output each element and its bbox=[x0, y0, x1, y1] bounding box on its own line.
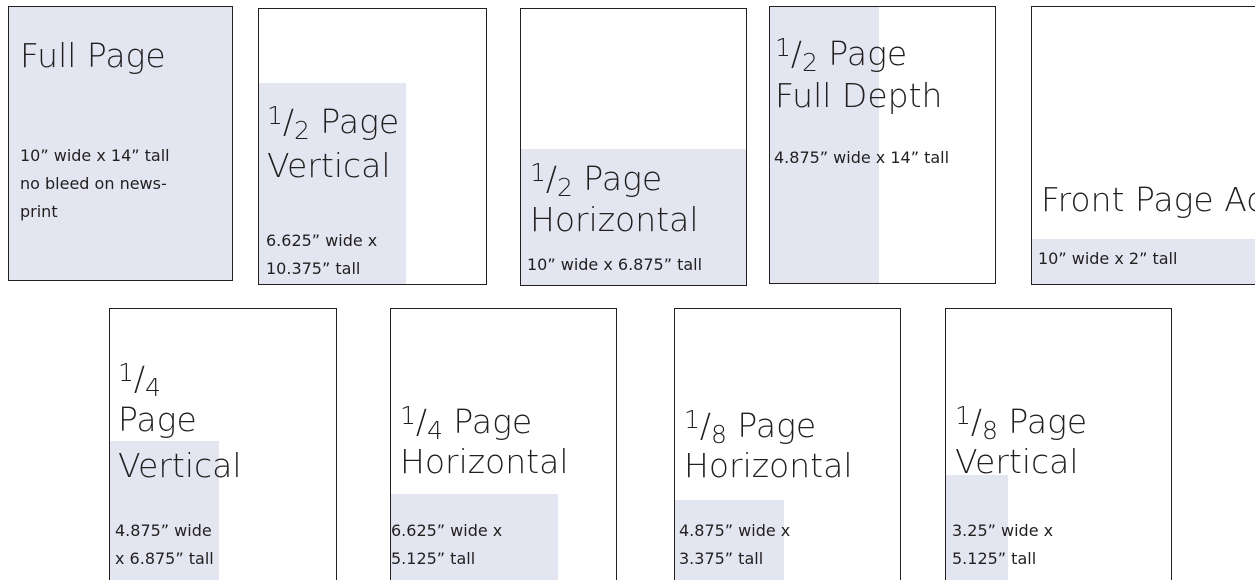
fraction-denominator: 2 bbox=[802, 48, 818, 77]
ad-dimensions-line-1: 4.875” wide bbox=[115, 521, 212, 540]
fraction-slash: / bbox=[545, 159, 558, 198]
ad-title-line-2: Horizontal bbox=[530, 200, 699, 239]
ad-title-line-3: Vertical bbox=[118, 446, 242, 485]
ad-dimensions-line-1: 4.875” wide x bbox=[679, 521, 791, 540]
fraction-slash: / bbox=[970, 402, 983, 441]
ad-full-page: Full Page 10” wide x 14” tall no bleed o… bbox=[8, 6, 233, 281]
fraction-slash: / bbox=[790, 34, 803, 73]
ad-dimensions-line-2: 5.125” tall bbox=[391, 549, 476, 568]
ad-title-line-2: Vertical bbox=[267, 146, 391, 185]
ad-dimensions-line-1: 10” wide x 6.875” tall bbox=[527, 255, 703, 274]
ad-eighth-page-vertical: 1/8 Page Vertical 3.25” wide x 5.125” ta… bbox=[945, 308, 1172, 580]
ad-title: Full Page bbox=[20, 36, 166, 75]
ad-quarter-page-horizontal: 1/4 Page Horizontal 6.625” wide x 5.125”… bbox=[390, 308, 617, 580]
fraction-slash: / bbox=[133, 359, 146, 398]
ad-dimensions-line-2: x 6.875” tall bbox=[115, 549, 214, 568]
fraction-numerator: 1 bbox=[530, 158, 546, 187]
ad-title-line-1: 1/2 Page bbox=[775, 29, 907, 82]
ad-eighth-page-horizontal: 1/8 Page Horizontal 4.875” wide x 3.375”… bbox=[674, 308, 901, 580]
ad-title-line-2: Page bbox=[118, 400, 197, 439]
ad-front-page: Front Page Ad 10” wide x 2” tall bbox=[1031, 6, 1255, 285]
ad-dimensions-line-1: 6.625” wide x bbox=[391, 521, 503, 540]
ad-title-line-2: Full Depth bbox=[775, 76, 943, 115]
fraction: 1/2 bbox=[267, 97, 310, 150]
fraction-denominator: 4 bbox=[145, 373, 161, 402]
fraction-numerator: 1 bbox=[267, 101, 283, 130]
ad-title-text: Page bbox=[726, 406, 817, 445]
ad-dimensions-line-1: 3.25” wide x bbox=[952, 521, 1054, 540]
ad-half-page-full-depth: 1/2 Page Full Depth 4.875” wide x 14” ta… bbox=[769, 6, 996, 284]
ad-dimensions-line-3: print bbox=[20, 202, 58, 221]
ad-title-text: Page bbox=[309, 102, 400, 141]
fraction-numerator: 1 bbox=[118, 358, 134, 387]
ad-title-text: Page bbox=[572, 159, 663, 198]
ad-dimensions-line-1: 10” wide x 2” tall bbox=[1038, 249, 1178, 268]
ad-dimensions-line-1: 6.625” wide x bbox=[266, 231, 378, 250]
fraction: 1/2 bbox=[775, 29, 818, 82]
fraction-denominator: 4 bbox=[427, 416, 443, 445]
fraction-numerator: 1 bbox=[684, 405, 700, 434]
ad-half-page-horizontal: 1/2 Page Horizontal 10” wide x 6.875” ta… bbox=[520, 8, 747, 286]
ad-dimensions-line-2: no bleed on news- bbox=[20, 174, 167, 193]
fraction-denominator: 2 bbox=[294, 116, 310, 145]
fraction-slash: / bbox=[415, 402, 428, 441]
fraction-numerator: 1 bbox=[955, 401, 971, 430]
ad-quarter-page-vertical: 1/4 Page Vertical 4.875” wide x 6.875” t… bbox=[109, 308, 337, 580]
fraction-denominator: 8 bbox=[982, 416, 998, 445]
ad-title-line-1: 1/2 Page bbox=[267, 97, 399, 150]
fraction-numerator: 1 bbox=[775, 33, 791, 62]
ad-dimensions-line-1: 10” wide x 14” tall bbox=[20, 146, 170, 165]
fraction-numerator: 1 bbox=[400, 401, 416, 430]
ad-dimensions-line-2: 3.375” tall bbox=[679, 549, 764, 568]
ad-title-line-2: Vertical bbox=[955, 442, 1079, 481]
ad-title-text: Page bbox=[997, 402, 1088, 441]
ad-half-page-vertical: 1/2 Page Vertical 6.625” wide x 10.375” … bbox=[258, 8, 487, 285]
fraction-slash: / bbox=[699, 406, 712, 445]
fraction-denominator: 2 bbox=[557, 173, 573, 202]
ad-title-text: Page bbox=[442, 402, 533, 441]
fraction-denominator: 8 bbox=[711, 420, 727, 449]
ad-dimensions-line-1: 4.875” wide x 14” tall bbox=[774, 148, 950, 167]
ad-dimensions-line-2: 5.125” tall bbox=[952, 549, 1037, 568]
ad-dimensions-line-2: 10.375” tall bbox=[266, 259, 361, 278]
ad-title-line-2: Horizontal bbox=[684, 446, 853, 485]
fraction-slash: / bbox=[282, 102, 295, 141]
ad-title: Front Page Ad bbox=[1041, 180, 1255, 219]
ad-title-text: Page bbox=[817, 34, 908, 73]
ad-title-line-2: Horizontal bbox=[400, 442, 569, 481]
